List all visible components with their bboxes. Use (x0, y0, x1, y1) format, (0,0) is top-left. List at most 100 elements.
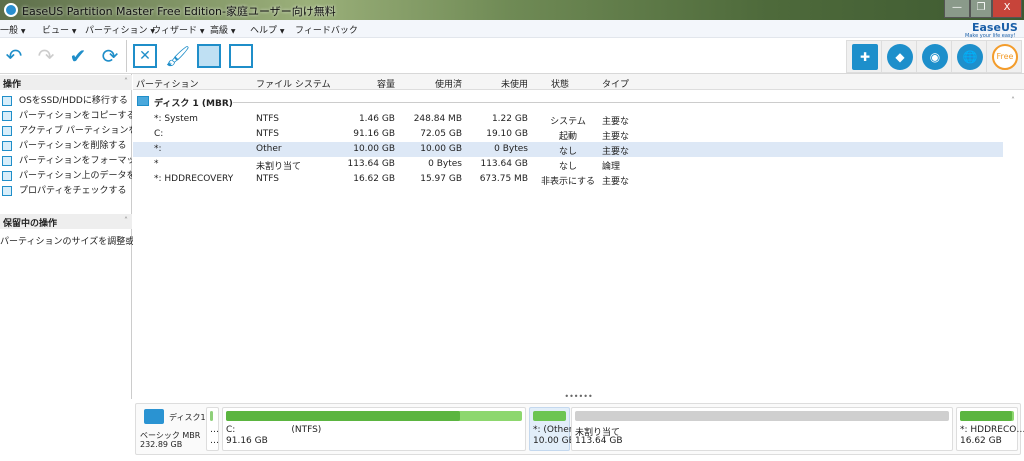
cell-filesystem: NTFS (256, 174, 279, 184)
col-capacity[interactable]: 容量 (333, 77, 395, 90)
partition-table: パーティション ファイル システム 容量 使用済 未使用 状態 タイプ ディスク… (133, 74, 1024, 397)
table-row[interactable]: C: NTFS 91.16 GB 72.05 GB 19.10 GB 起動 主要な (133, 127, 1003, 142)
pending-item: パーティションのサイズを調整或… (0, 237, 144, 247)
menu-advanced[interactable]: 高級 ▼ (210, 23, 236, 36)
menu-help[interactable]: ヘルプ ▼ (250, 23, 285, 36)
cell-capacity: 16.62 GB (353, 174, 395, 184)
refresh-icon[interactable]: ⟳ (98, 44, 122, 68)
segment-other[interactable]: *: (Other)10.00 GB (529, 407, 575, 451)
collapse-icon[interactable]: ˄ (1011, 96, 1015, 105)
op-set-active[interactable]: アクティブ パーティションを設定す (2, 123, 132, 137)
segment-unallocated[interactable]: 未割り当て 113.64 GB (571, 407, 953, 451)
app-icon (4, 3, 18, 17)
segment-c[interactable]: C: (NTFS) 91.16 GB (222, 407, 526, 451)
cell-unused: 673.75 MB (479, 174, 528, 184)
col-used[interactable]: 使用済 (401, 77, 462, 90)
menu-feedback[interactable]: フィードバック (295, 23, 358, 36)
cell-used: 15.97 GB (420, 174, 462, 184)
disk-size: 232.89 GB (140, 440, 183, 449)
op-properties[interactable]: プロパティをチェックする (2, 183, 132, 197)
cell-status: システム (550, 117, 586, 127)
menu-wizard[interactable]: ウィザード ▼ (152, 23, 205, 36)
free-button[interactable]: Free (986, 40, 1022, 73)
cell-type: 主要な (602, 147, 630, 157)
cell-filesystem: NTFS (256, 114, 279, 124)
redo-icon[interactable]: ↷ (34, 44, 58, 68)
menu-view[interactable]: ビュー ▼ (42, 23, 77, 36)
table-row[interactable]: *: Other 10.00 GB 10.00 GB 0 Bytes なし 主要な (133, 142, 1003, 157)
backup-button[interactable]: ◉ (916, 40, 952, 73)
cell-status: 起動 (558, 132, 577, 142)
segment-system[interactable]: …… (206, 407, 219, 451)
cell-capacity: 1.46 GB (358, 114, 395, 124)
upgrade-button[interactable]: 🌐 (951, 40, 987, 73)
cell-partition: * (154, 159, 159, 169)
migrate-icon: ◆ (887, 44, 913, 70)
cell-unused: 0 Bytes (494, 144, 528, 154)
splitter-handle[interactable]: •••••• (133, 393, 1024, 401)
partition-icon[interactable] (197, 44, 221, 68)
toolkit-button[interactable]: ✚ (846, 40, 882, 73)
menu-partition[interactable]: パーティション ▼ (85, 23, 155, 36)
toolbar: ↶ ↷ ✔ ⟳ ✕ 🖌 ✚ ◆ ◉ 🌐 Free (0, 38, 1024, 74)
minimize-button[interactable]: — (944, 0, 970, 18)
copy-icon (2, 110, 12, 121)
col-status[interactable]: 状態 (551, 77, 569, 90)
table-row[interactable]: *: HDDRECOVERY NTFS 16.62 GB 15.97 GB 673.75… (133, 172, 1003, 187)
migrate-icon (2, 95, 12, 106)
close-button[interactable]: X (992, 0, 1022, 18)
col-type[interactable]: タイプ (602, 77, 629, 90)
op-migrate-os[interactable]: OSをSSD/HDDに移行する (2, 93, 132, 107)
collapse-icon: ˄ (124, 216, 128, 225)
op-delete-partition[interactable]: パーティションを削除する (2, 138, 132, 152)
delete-icon (2, 140, 12, 151)
segment-hddrecovery[interactable]: *: HDDRECO… 16.62 GB (956, 407, 1024, 451)
toolbar-divider (126, 40, 127, 72)
cell-filesystem: 未割り当て (256, 162, 302, 172)
migrate-button[interactable]: ◆ (881, 40, 917, 73)
cell-used: 10.00 GB (420, 144, 462, 154)
col-filesystem[interactable]: ファイル システム (256, 77, 331, 90)
col-unused[interactable]: 未使用 (468, 77, 528, 90)
col-partition[interactable]: パーティション (136, 77, 198, 90)
free-icon: Free (992, 44, 1018, 70)
properties-icon (2, 185, 12, 196)
cell-unused: 1.22 GB (491, 114, 528, 124)
window-title: EaseUS Partition Master Free Edition-家庭ユ… (22, 5, 336, 18)
pending-header[interactable]: 保留中の操作 ˄ (0, 214, 132, 229)
cell-used: 72.05 GB (420, 129, 462, 139)
menu-general[interactable]: 一般 ▼ (0, 23, 26, 36)
op-copy-partition[interactable]: パーティションをコピーする (2, 108, 132, 122)
disk-label[interactable]: ディスク 1 (MBR) (154, 96, 233, 109)
cell-type: 主要な (602, 117, 630, 127)
cell-type: 論理 (602, 162, 621, 172)
cell-partition: C: (154, 129, 164, 139)
cell-type: 主要な (602, 177, 630, 187)
table-row[interactable]: * 未割り当て 113.64 GB 0 Bytes 113.64 GB なし 論理 (133, 157, 1003, 172)
cell-filesystem: Other (256, 144, 282, 154)
op-wipe-data[interactable]: パーティション上のデータを消去 (2, 168, 132, 182)
brush-icon[interactable]: 🖌 (165, 44, 190, 68)
cell-type: 主要な (602, 132, 630, 142)
operations-header[interactable]: 操作 ˄ (0, 75, 132, 90)
delete-icon[interactable]: ✕ (133, 44, 157, 68)
cell-used: 0 Bytes (428, 159, 462, 169)
check-icon[interactable]: ✔ (66, 44, 90, 68)
cell-unused: 19.10 GB (486, 129, 528, 139)
disk-icon (144, 409, 164, 424)
restore-button[interactable]: ❐ (970, 0, 992, 18)
disk-check-icon: ◉ (922, 44, 948, 70)
copy-icon[interactable] (229, 44, 253, 68)
op-format-partition[interactable]: パーティションをフォーマットする (2, 153, 132, 167)
table-header: パーティション ファイル システム 容量 使用済 未使用 状態 タイプ (133, 74, 1024, 90)
left-panel: 操作 ˄ OSをSSD/HDDに移行する パーティションをコピーする アクティブ … (0, 74, 143, 399)
disk-map: ディスク1 ベーシック MBR 232.89 GB …… C: (NTFS) 91.… (135, 403, 1024, 455)
disk-divider (233, 102, 1000, 103)
cell-status: なし (558, 147, 577, 157)
undo-icon[interactable]: ↶ (2, 44, 26, 68)
disk-name: ディスク1 (169, 413, 206, 422)
table-row[interactable]: *: System NTFS 1.46 GB 248.84 MB 1.22 GB システム… (133, 112, 1003, 127)
cell-partition: *: System (154, 114, 198, 124)
brush-icon (2, 155, 12, 166)
flag-icon (2, 125, 12, 136)
